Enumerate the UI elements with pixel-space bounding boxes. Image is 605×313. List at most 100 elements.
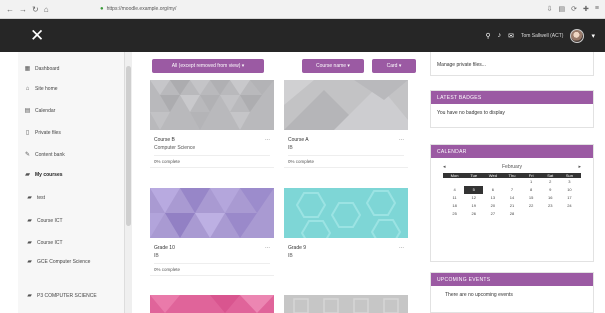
- sidebar-item-calendar[interactable]: ▤ Calendar: [18, 108, 125, 114]
- course-image[interactable]: [284, 80, 408, 130]
- user-name[interactable]: Tom Sallwell (ACT): [521, 33, 564, 39]
- course-image[interactable]: [284, 295, 408, 313]
- calendar-day[interactable]: 6: [483, 186, 502, 194]
- back-icon[interactable]: ←: [6, 5, 14, 14]
- calendar-day[interactable]: 14: [502, 194, 521, 202]
- search-icon[interactable]: ⚲: [485, 32, 490, 40]
- browser-nav-buttons: ← → ↻ ⌂: [0, 5, 100, 14]
- chat-icon[interactable]: ✉: [508, 32, 514, 40]
- course-menu-icon[interactable]: ⋯: [399, 137, 404, 143]
- calendar-day[interactable]: 7: [502, 186, 521, 194]
- calendar-prev-icon[interactable]: ◂: [443, 164, 446, 170]
- calendar-day: [522, 210, 541, 218]
- bell-icon[interactable]: ♪: [498, 32, 502, 39]
- course-title[interactable]: Grade 9: [288, 245, 306, 251]
- calendar-day[interactable]: 8: [522, 186, 541, 194]
- calendar-day[interactable]: 24: [560, 202, 579, 210]
- calendar-day[interactable]: 23: [541, 202, 560, 210]
- calendar-day[interactable]: 1: [522, 178, 541, 186]
- course-title[interactable]: Course A: [288, 137, 309, 143]
- menu-icon[interactable]: ≡: [595, 5, 599, 13]
- calendar-day[interactable]: 16: [541, 194, 560, 202]
- forward-icon[interactable]: →: [19, 5, 27, 14]
- course-image[interactable]: [284, 188, 408, 246]
- manage-private-files-link[interactable]: Manage private files...: [437, 62, 486, 68]
- calendar-day[interactable]: 27: [483, 210, 502, 218]
- close-drawer-icon[interactable]: ✕: [0, 27, 44, 44]
- address-bar[interactable]: ● https://moodle.example.org/my/: [100, 3, 400, 15]
- download-icon[interactable]: ⇩: [547, 5, 553, 13]
- sidebar-item-label: Course ICT: [37, 218, 63, 224]
- app-navbar: ✕ ⚲ ♪ ✉ Tom Sallwell (ACT) ▾: [0, 19, 605, 52]
- course-title[interactable]: Grade 10: [154, 245, 175, 251]
- calendar-day[interactable]: 3: [560, 178, 579, 186]
- calendar-day[interactable]: 28: [502, 210, 521, 218]
- calendar-day[interactable]: 2: [541, 178, 560, 186]
- calendar-day[interactable]: 12: [464, 194, 483, 202]
- url-text: https://moodle.example.org/my/: [106, 6, 177, 12]
- calendar-month-label: February: [501, 164, 522, 170]
- extension-icon[interactable]: ✚: [583, 5, 589, 13]
- sidebar-scrollbar[interactable]: [125, 52, 132, 313]
- home-icon[interactable]: ⌂: [44, 5, 49, 14]
- calendar-week-row: 123: [431, 178, 593, 186]
- calendar-day[interactable]: 10: [560, 186, 579, 194]
- course-menu-icon[interactable]: ⋯: [265, 245, 270, 251]
- sidebar-item-site-home[interactable]: ⌂ Site home: [18, 86, 125, 92]
- calendar-day[interactable]: 21: [502, 202, 521, 210]
- course-card[interactable]: Course A ⋯ IB 0% complete: [284, 80, 408, 168]
- sidebar-item-dashboard[interactable]: ▦ Dashboard: [18, 66, 125, 72]
- calendar-day[interactable]: 22: [522, 202, 541, 210]
- filter-dropdown-button[interactable]: All (except removed from view) ▾: [152, 59, 264, 73]
- nav-drawer: ▦ Dashboard ⌂ Site home ▤ Calendar ▯ Pri…: [18, 52, 125, 313]
- course-card[interactable]: Course B ⋯ Computer Science 0% complete: [150, 80, 274, 168]
- avatar[interactable]: [570, 28, 585, 43]
- sidebar-item-course[interactable]: ▰ P3 COMPUTER SCIENCE: [18, 293, 125, 299]
- upcoming-empty-text: There are no upcoming events: [445, 292, 513, 298]
- calendar-day[interactable]: 15: [522, 194, 541, 202]
- calendar-day[interactable]: 26: [464, 210, 483, 218]
- sidebar-item-label: Content bank: [35, 152, 65, 158]
- home-icon: ⌂: [25, 86, 30, 92]
- calendar-day: [502, 178, 521, 186]
- sidebar-item-content-bank[interactable]: ✎ Content bank: [18, 152, 125, 158]
- sidebar-item-course[interactable]: ▰ Course ICT: [18, 218, 125, 224]
- calendar-day[interactable]: 17: [560, 194, 579, 202]
- calendar-day[interactable]: 20: [483, 202, 502, 210]
- calendar-next-icon[interactable]: ▸: [578, 164, 581, 170]
- course-card[interactable]: Grade 9 ⋯ IB: [284, 188, 408, 259]
- sidebar-item-course[interactable]: ▰ Course ICT: [18, 240, 125, 246]
- calendar-grid: 1 2 3 4 5 6 7 8 9 10 11 12 13 14 15 16 17 18 19 20 21 22 23 24 2…: [431, 178, 593, 218]
- course-image[interactable]: [150, 295, 274, 313]
- sidebar-item-my-courses[interactable]: ▰ My courses: [18, 172, 125, 178]
- sidebar-item-label: Calendar: [35, 108, 56, 114]
- course-image[interactable]: [150, 80, 274, 130]
- course-image[interactable]: [150, 188, 274, 238]
- course-title[interactable]: Course B: [154, 137, 175, 143]
- calendar-day[interactable]: 11: [445, 194, 464, 202]
- course-card[interactable]: Grade 10 ⋯ IB 0% complete: [150, 188, 274, 276]
- calendar-day[interactable]: 19: [464, 202, 483, 210]
- sync-icon[interactable]: ⟳: [571, 5, 577, 13]
- reload-icon[interactable]: ↻: [32, 5, 39, 14]
- sidebar-item-course[interactable]: ▰ test: [18, 195, 125, 201]
- sidebar-item-label: Private files: [35, 130, 61, 136]
- calendar-day[interactable]: 25: [445, 210, 464, 218]
- calendar-day[interactable]: 4: [445, 186, 464, 194]
- library-icon[interactable]: ▤: [559, 5, 566, 13]
- scrollbar-thumb[interactable]: [126, 66, 131, 226]
- graduation-cap-icon: ▰: [25, 172, 30, 178]
- calendar-week-row: 18 19 20 21 22 23 24: [431, 202, 593, 210]
- calendar-day[interactable]: 13: [483, 194, 502, 202]
- course-menu-icon[interactable]: ⋯: [265, 137, 270, 143]
- calendar-day[interactable]: 9: [541, 186, 560, 194]
- sidebar-item-private-files[interactable]: ▯ Private files: [18, 130, 125, 136]
- sort-dropdown-button[interactable]: Course name ▾: [302, 59, 364, 73]
- sidebar-item-course[interactable]: ▰ GCE Computer Science: [18, 259, 108, 265]
- calendar-day[interactable]: 18: [445, 202, 464, 210]
- view-dropdown-button[interactable]: Card ▾: [372, 59, 416, 73]
- sidebar-item-label: My courses: [35, 172, 63, 178]
- course-menu-icon[interactable]: ⋯: [399, 245, 404, 251]
- calendar-day[interactable]: 5: [464, 186, 484, 194]
- chevron-down-icon[interactable]: ▾: [591, 32, 595, 40]
